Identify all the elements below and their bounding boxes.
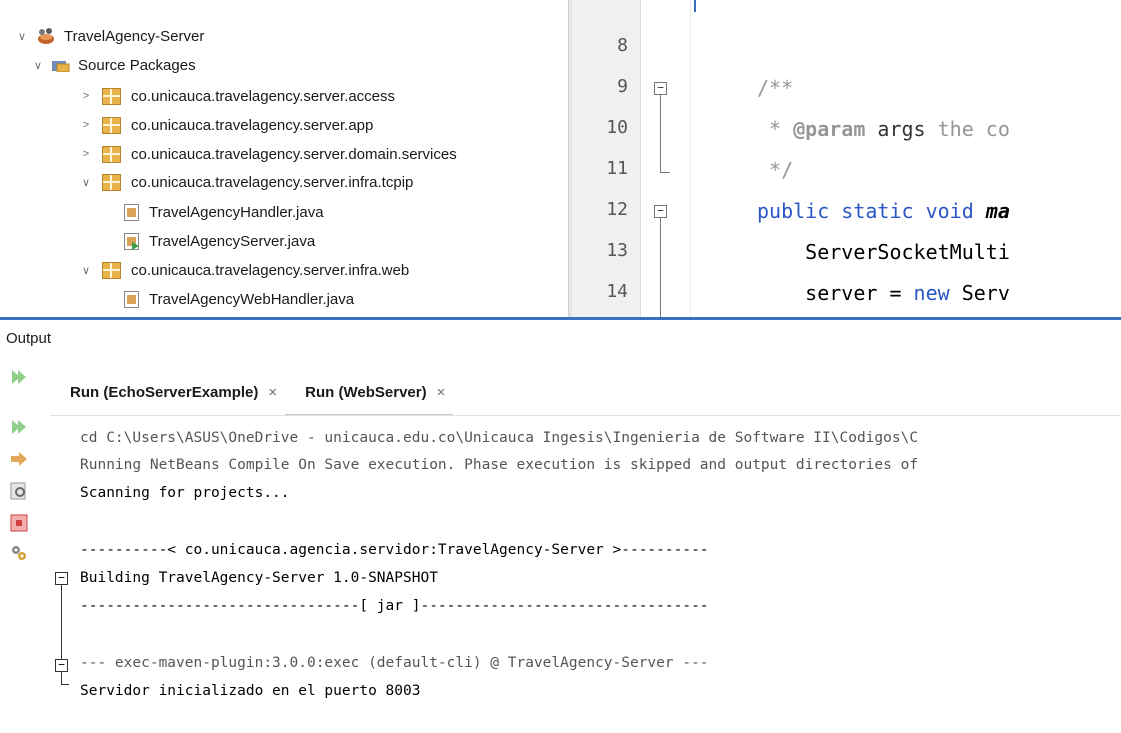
package-label: co.unicauca.travelagency.server.app	[131, 116, 374, 134]
indent-guide	[690, 0, 691, 318]
console-line: Scanning for projects...	[80, 485, 290, 501]
close-icon[interactable]: ×	[437, 384, 446, 401]
chevron-right-icon[interactable]: >	[78, 148, 94, 160]
source-packages-icon	[52, 61, 70, 72]
tree-item-file[interactable]: TravelAgencyServer.java	[124, 227, 315, 255]
line-number: 12	[606, 199, 628, 220]
maven-project-icon	[38, 28, 54, 44]
arrow-right-icon[interactable]	[10, 450, 28, 468]
fold-guide	[660, 218, 661, 318]
java-main-file-icon	[124, 232, 139, 250]
console-line: --------------------------------[ jar ]-…	[80, 598, 709, 614]
code-line: /**	[757, 76, 794, 100]
file-label: TravelAgencyServer.java	[149, 232, 316, 250]
settings-icon[interactable]	[10, 544, 28, 562]
console-fold-guide	[61, 585, 62, 665]
tab-label: Run (EchoServerExample)	[70, 384, 259, 401]
chevron-down-icon[interactable]: ∨	[78, 176, 94, 189]
output-toolbar	[0, 368, 38, 733]
line-number: 8	[617, 35, 628, 56]
package-icon	[102, 145, 121, 163]
output-panel-title: Output	[6, 330, 52, 347]
package-label: co.unicauca.travelagency.server.infra.we…	[131, 261, 410, 279]
console-fold-guide	[61, 672, 62, 684]
package-icon	[102, 87, 121, 105]
rerun-with-options-icon[interactable]	[10, 418, 28, 436]
console-line: cd C:\Users\ASUS\OneDrive - unicauca.edu…	[80, 430, 919, 446]
code-line: server = new Serv	[757, 281, 1010, 305]
source-packages-label: Source Packages	[78, 56, 196, 74]
tree-item-package[interactable]: > co.unicauca.travelagency.server.domain…	[78, 140, 457, 168]
tab-label: Run (WebServer)	[305, 384, 427, 401]
package-label: co.unicauca.travelagency.server.infra.tc…	[131, 173, 414, 191]
caret-marker	[694, 0, 696, 12]
package-icon	[102, 116, 121, 134]
package-icon	[102, 173, 121, 191]
code-line: */	[757, 158, 794, 182]
code-editor[interactable]: 8 9 10 11 12 13 14 − − /** * @param args…	[572, 0, 1121, 318]
stop-icon[interactable]	[10, 514, 28, 532]
fold-guide	[660, 172, 670, 173]
java-file-icon	[124, 203, 139, 221]
line-number: 14	[606, 281, 628, 302]
console-output[interactable]: cd C:\Users\ASUS\OneDrive - unicauca.edu…	[80, 425, 1121, 725]
chevron-down-icon[interactable]: ∨	[14, 30, 30, 43]
console-fold-toggle[interactable]: −	[55, 572, 68, 585]
top-area: ∨ TravelAgency-Server ∨ Source Packages …	[0, 0, 1121, 318]
rerun-icon[interactable]	[10, 368, 28, 386]
java-file-icon	[124, 290, 139, 308]
tab-run-echoserverexample[interactable]: Run (EchoServerExample) ×	[50, 372, 285, 416]
console-fold-guide	[61, 684, 69, 685]
console-fold-toggle[interactable]: −	[55, 659, 68, 672]
code-line: * @param args the co	[757, 117, 1010, 141]
chevron-right-icon[interactable]: >	[78, 90, 94, 102]
pane-separator[interactable]	[0, 317, 1121, 320]
package-label: co.unicauca.travelagency.server.domain.s…	[131, 145, 457, 163]
line-number: 10	[606, 117, 628, 138]
line-number: 13	[606, 240, 628, 261]
project-name: TravelAgency-Server	[64, 27, 205, 45]
console-line: Building TravelAgency-Server 1.0-SNAPSHO…	[80, 570, 438, 586]
chevron-down-icon[interactable]: ∨	[78, 264, 94, 277]
code-line: ServerSocketMulti	[757, 240, 1010, 264]
package-icon	[102, 261, 121, 279]
tree-item-package[interactable]: ∨ co.unicauca.travelagency.server.infra.…	[78, 168, 413, 196]
tree-item-file[interactable]: TravelAgencyWebHandler.java	[124, 285, 354, 313]
fold-toggle[interactable]: −	[654, 82, 667, 95]
tree-item-file[interactable]: TravelAgencyHandler.java	[124, 198, 324, 226]
line-number-gutter: 8 9 10 11 12 13 14	[572, 0, 641, 318]
chevron-right-icon[interactable]: >	[78, 119, 94, 131]
console-line: --- exec-maven-plugin:3.0.0:exec (defaul…	[80, 655, 709, 671]
line-number: 11	[606, 158, 628, 179]
close-icon[interactable]: ×	[268, 384, 277, 401]
output-tabs: Run (EchoServerExample) × Run (WebServer)…	[50, 372, 454, 416]
tree-item-package[interactable]: > co.unicauca.travelagency.server.app	[78, 111, 373, 139]
console-line: Servidor inicializado en el puerto 8003	[80, 683, 421, 699]
fold-guide	[660, 95, 661, 173]
tree-item-project[interactable]: ∨ TravelAgency-Server	[14, 22, 204, 50]
line-number: 9	[617, 76, 628, 97]
find-icon[interactable]	[10, 482, 28, 500]
chevron-down-icon[interactable]: ∨	[30, 59, 46, 72]
tab-run-webserver[interactable]: Run (WebServer) ×	[285, 372, 454, 416]
tree-item-package[interactable]: ∨ co.unicauca.travelagency.server.infra.…	[78, 256, 409, 284]
console-line: ----------< co.unicauca.agencia.servidor…	[80, 542, 709, 558]
code-line: public static void ma	[757, 199, 1010, 223]
tree-item-package[interactable]: > co.unicauca.travelagency.server.access	[78, 82, 395, 110]
tree-item-source-packages[interactable]: ∨ Source Packages	[30, 51, 196, 79]
file-label: TravelAgencyHandler.java	[149, 203, 324, 221]
tabs-divider	[50, 415, 1121, 416]
file-label: TravelAgencyWebHandler.java	[149, 290, 355, 308]
fold-toggle[interactable]: −	[654, 205, 667, 218]
projects-tree: ∨ TravelAgency-Server ∨ Source Packages …	[0, 0, 568, 318]
console-line: Running NetBeans Compile On Save executi…	[80, 457, 919, 473]
package-label: co.unicauca.travelagency.server.access	[131, 87, 396, 105]
